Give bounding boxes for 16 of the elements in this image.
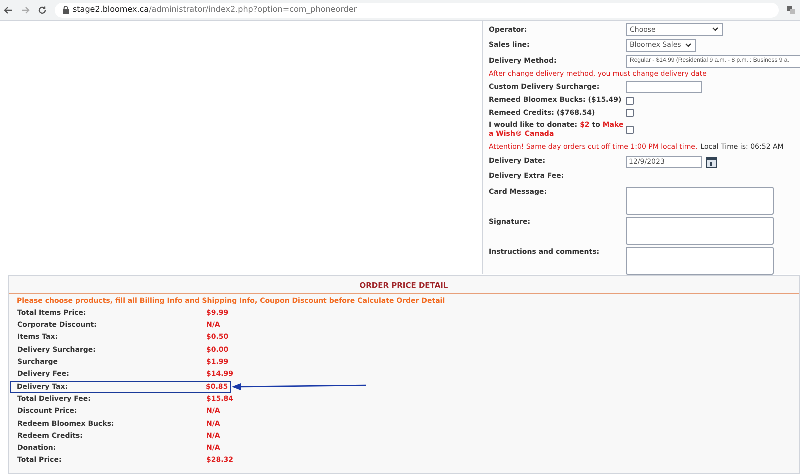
reload-icon[interactable] xyxy=(38,6,47,14)
checkbox[interactable] xyxy=(626,96,634,105)
textarea-field[interactable] xyxy=(626,216,774,245)
translate-icon[interactable] xyxy=(787,6,796,14)
caret-icon xyxy=(685,42,692,48)
caret-icon xyxy=(712,27,719,32)
address-bar[interactable]: stage2.bloomex.ca/administrator/index2.php?option=com_phoneorder xyxy=(55,2,779,18)
calendar-icon[interactable] xyxy=(706,156,717,168)
checkbox[interactable] xyxy=(626,126,634,134)
back-icon[interactable] xyxy=(4,6,13,14)
checkbox[interactable] xyxy=(626,109,634,118)
lock-icon xyxy=(63,6,69,14)
textarea-field[interactable] xyxy=(626,246,774,275)
url-text: stage2.bloomex.ca/administrator/index2.php?option=com_phoneorder xyxy=(73,4,358,16)
textarea-field[interactable] xyxy=(626,186,774,215)
input-field[interactable] xyxy=(626,81,702,94)
